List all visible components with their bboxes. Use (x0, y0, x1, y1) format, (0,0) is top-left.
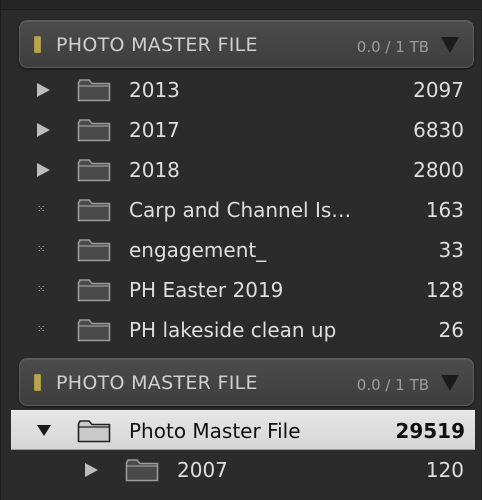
triangle-down-icon[interactable] (441, 375, 459, 391)
empty-disclosure-icon[interactable]: ⁙ (37, 283, 49, 297)
volume-title: PHOTO MASTER FILE (56, 34, 258, 56)
folder-icon (77, 238, 111, 262)
folder-row[interactable]: Photo Master File 29519 (11, 410, 475, 450)
folder-icon (77, 318, 111, 342)
folder-photo-count: 128 (425, 278, 464, 302)
empty-disclosure-icon[interactable]: ⁙ (37, 203, 49, 217)
folder-icon (77, 118, 111, 142)
folder-row[interactable]: ⁙ Carp and Channel Is… 163 (11, 190, 474, 230)
folder-icon (77, 278, 111, 302)
folder-icon (77, 419, 111, 443)
folder-icon (77, 198, 111, 222)
folder-row[interactable]: ⁙ PH Easter 2019 128 (11, 270, 474, 310)
folder-name: 2018 (129, 158, 180, 182)
folder-photo-count: 33 (438, 238, 464, 262)
folder-photo-count: 29519 (395, 419, 465, 443)
disclosure-collapsed-icon[interactable] (37, 123, 50, 137)
folder-photo-count: 163 (425, 198, 464, 222)
disclosure-collapsed-icon[interactable] (37, 163, 50, 177)
folder-icon (125, 458, 159, 482)
folder-name: PH lakeside clean up (129, 318, 337, 342)
disclosure-collapsed-icon[interactable] (85, 463, 98, 477)
folder-name: 2017 (129, 118, 180, 142)
empty-disclosure-icon[interactable]: ⁙ (37, 243, 49, 257)
folder-row[interactable]: 2017 6830 (11, 110, 474, 150)
folder-name: engagement_ (129, 238, 267, 262)
empty-disclosure-icon[interactable]: ⁙ (37, 323, 49, 337)
volume-status-led (34, 36, 41, 53)
folder-name: 2007 (177, 458, 228, 482)
folder-photo-count: 2800 (413, 158, 464, 182)
folder-photo-count: 2097 (413, 78, 464, 102)
folders-panel: PHOTO MASTER FILE 0.0 / 1 TB 2013 2097 201… (0, 0, 482, 500)
disclosure-expanded-icon[interactable] (37, 425, 51, 436)
folder-name: Carp and Channel Is… (129, 198, 352, 222)
folder-row[interactable]: ⁙ engagement_ 33 (11, 230, 474, 270)
panel-top-edge (1, 0, 482, 10)
folder-icon (77, 158, 111, 182)
folder-name: 2013 (129, 78, 180, 102)
triangle-down-icon[interactable] (441, 37, 459, 53)
folder-row[interactable]: ⁙ PH lakeside clean up 26 (11, 310, 474, 350)
folder-row[interactable]: 2013 2097 (11, 70, 474, 110)
volume-capacity: 0.0 / 1 TB (356, 38, 429, 56)
volume-title: PHOTO MASTER FILE (56, 372, 258, 394)
folder-photo-count: 120 (425, 458, 464, 482)
folder-name: PH Easter 2019 (129, 278, 284, 302)
folder-photo-count: 6830 (413, 118, 464, 142)
disclosure-collapsed-icon[interactable] (37, 83, 50, 97)
volume-status-led (34, 374, 41, 391)
folder-row[interactable]: 2007 120 (11, 450, 474, 490)
folder-icon (77, 78, 111, 102)
folder-photo-count: 26 (438, 318, 464, 342)
folder-name: Photo Master File (129, 419, 301, 443)
folder-row[interactable]: 2018 2800 (11, 150, 474, 190)
volume-header[interactable]: PHOTO MASTER FILE 0.0 / 1 TB (19, 358, 474, 406)
volume-header[interactable]: PHOTO MASTER FILE 0.0 / 1 TB (19, 20, 474, 68)
volume-capacity: 0.0 / 1 TB (356, 376, 429, 394)
